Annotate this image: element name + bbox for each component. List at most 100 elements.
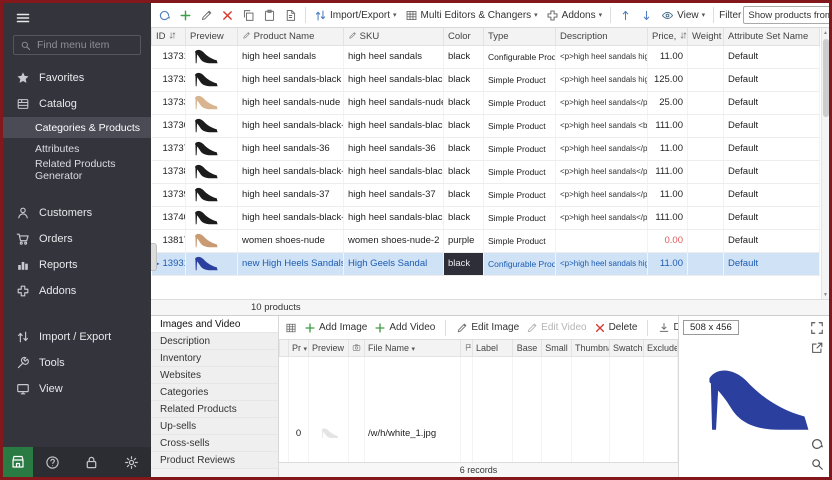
- column-header-type[interactable]: Type: [484, 28, 556, 45]
- product-preview-cell: [186, 137, 238, 160]
- shoe-thumbnail-icon: [318, 427, 340, 440]
- view-dropdown[interactable]: View ▾: [658, 7, 708, 24]
- fullscreen-icon[interactable]: [810, 321, 824, 335]
- pencil-icon: [242, 31, 251, 40]
- image-column-header-base[interactable]: Base: [513, 340, 542, 356]
- copy-icon: [242, 9, 255, 22]
- addons-dropdown[interactable]: Addons ▾: [543, 7, 605, 24]
- pencil-icon: [348, 31, 357, 40]
- zoom-icon[interactable]: [810, 457, 824, 471]
- product-row[interactable]: 13740 high heel sandals-black-38 high he…: [152, 206, 820, 229]
- duplicate-button[interactable]: [281, 7, 300, 24]
- sidebar-item-customers[interactable]: Customers: [3, 200, 151, 226]
- image-column-header-exclude[interactable]: Exclude: [644, 340, 678, 356]
- tab-websites[interactable]: Websites: [151, 367, 278, 384]
- product-name-cell: new High Heels Sandals: [238, 252, 344, 275]
- delete-image-button[interactable]: Delete: [594, 322, 638, 334]
- image-column-header-swatch[interactable]: Swatch: [610, 340, 644, 356]
- product-row[interactable]: 13817 women shoes-nude women shoes-nude-…: [152, 229, 820, 252]
- filter-select[interactable]: Show products from selected categories ▾: [743, 6, 829, 24]
- tab-images-and-video[interactable]: Images and Video: [151, 316, 278, 333]
- refresh-button[interactable]: [155, 7, 174, 24]
- tab-up-sells[interactable]: Up-sells: [151, 418, 278, 435]
- grid-icon: [285, 322, 297, 334]
- sidebar-item-catalog[interactable]: Catalog: [3, 91, 151, 117]
- product-row[interactable]: 13732 high heel sandals-black high heel …: [152, 68, 820, 91]
- product-row[interactable]: 13737 high heel sandals-36 high heel san…: [152, 137, 820, 160]
- product-preview-cell: [186, 68, 238, 91]
- help-button[interactable]: [33, 455, 72, 470]
- product-row[interactable]: 13731 high heel sandals high heel sandal…: [152, 45, 820, 68]
- column-header-weight[interactable]: Weight: [688, 28, 724, 45]
- rotate-refresh-icon[interactable]: [810, 437, 824, 451]
- column-header-color[interactable]: Color: [444, 28, 484, 45]
- column-header-product-name[interactable]: Product Name: [238, 28, 344, 45]
- sidebar-item-orders[interactable]: Orders: [3, 226, 151, 252]
- column-header-sku[interactable]: SKU: [344, 28, 444, 45]
- product-row[interactable]: ▸13931 new High Heels Sandals High Geels…: [152, 252, 820, 275]
- tab-categories[interactable]: Categories: [151, 384, 278, 401]
- tab-cross-sells[interactable]: Cross-sells: [151, 435, 278, 452]
- column-header-description[interactable]: Description: [556, 28, 648, 45]
- columns-button[interactable]: [285, 322, 297, 334]
- image-column-header-preview[interactable]: Preview: [309, 340, 349, 356]
- scroll-down-arrow[interactable]: ▼: [823, 290, 828, 299]
- add-image-button[interactable]: Add Image: [304, 322, 367, 334]
- sidebar-search[interactable]: [13, 35, 141, 55]
- edit-video-button[interactable]: Edit Video: [526, 322, 586, 334]
- sidebar-item-view[interactable]: View: [3, 376, 151, 402]
- tab-inventory[interactable]: Inventory: [151, 350, 278, 367]
- images-grid: Pr ▾Preview File Name ▾ LabelBaseSmallThum…: [279, 340, 678, 462]
- image-column-header-file-name[interactable]: File Name ▾: [365, 340, 461, 356]
- image-column-header-thumbna[interactable]: Thumbna: [572, 340, 610, 356]
- delete-product-button[interactable]: [218, 7, 237, 24]
- column-header-attribute-set-name[interactable]: Attribute Set Name: [724, 28, 820, 45]
- import-export-dropdown[interactable]: Import/Export ▾: [311, 7, 400, 24]
- sidebar-collapse-handle[interactable]: [151, 243, 157, 271]
- add-video-button[interactable]: Add Video: [374, 322, 435, 334]
- column-header-preview[interactable]: Preview: [186, 28, 238, 45]
- tab-related-products[interactable]: Related Products: [151, 401, 278, 418]
- image-row[interactable]: 0 /w/h/white_1.jpg: [280, 356, 678, 462]
- column-header-price[interactable]: Price,: [648, 28, 688, 45]
- image-column-header-flag[interactable]: [461, 340, 473, 356]
- copy-button[interactable]: [239, 7, 258, 24]
- sort-ascending-button[interactable]: [616, 7, 635, 24]
- tab-description[interactable]: Description: [151, 333, 278, 350]
- scroll-up-arrow[interactable]: ▲: [823, 28, 828, 37]
- download-image-button[interactable]: Download Image: [658, 322, 678, 334]
- image-column-header-camera[interactable]: [349, 340, 365, 356]
- add-product-button[interactable]: [176, 7, 195, 24]
- product-row[interactable]: 13738 high heel sandals-black-37 high he…: [152, 160, 820, 183]
- menu-search-input[interactable]: [37, 39, 134, 51]
- image-column-header-pr[interactable]: Pr ▾: [289, 340, 309, 356]
- sidebar-bottom-bar: [3, 447, 151, 477]
- edit-product-button[interactable]: [197, 7, 216, 24]
- hamburger-menu-button[interactable]: [3, 3, 151, 33]
- product-row[interactable]: 13736 high heel sandals-black-36 high he…: [152, 114, 820, 137]
- settings-button[interactable]: [112, 455, 151, 470]
- tab-product-reviews[interactable]: Product Reviews: [151, 452, 278, 469]
- sort-descending-button[interactable]: [637, 7, 656, 24]
- image-column-header-small[interactable]: Small: [542, 340, 572, 356]
- multi-editors-dropdown[interactable]: Multi Editors & Changers ▾: [402, 7, 541, 24]
- store-button[interactable]: [3, 447, 33, 477]
- paste-button[interactable]: [260, 7, 279, 24]
- sidebar-item-favorites[interactable]: Favorites: [3, 65, 151, 91]
- image-column-header-col[interactable]: [280, 340, 289, 356]
- sidebar-item-reports[interactable]: Reports: [3, 252, 151, 278]
- sidebar-item-addons[interactable]: Addons: [3, 278, 151, 304]
- product-preview-cell: [186, 160, 238, 183]
- sidebar-item-tools[interactable]: Tools: [3, 350, 151, 376]
- column-header-id[interactable]: ID: [152, 28, 186, 45]
- sidebar-subitem-attributes[interactable]: Attributes: [3, 138, 151, 159]
- scrollbar-thumb[interactable]: [823, 39, 829, 117]
- sidebar-item-import-export[interactable]: Import / Export: [3, 324, 151, 350]
- edit-image-button[interactable]: Edit Image: [456, 322, 519, 334]
- sidebar-subitem-categories-products[interactable]: Categories & Products: [3, 117, 151, 138]
- product-row[interactable]: 13733 high heel sandals-nude high heel s…: [152, 91, 820, 114]
- image-column-header-label[interactable]: Label: [473, 340, 513, 356]
- lock-button[interactable]: [72, 455, 111, 470]
- product-row[interactable]: 13739 high heel sandals-37 high heel san…: [152, 183, 820, 206]
- sidebar-subitem-related-products-generator[interactable]: Related Products Generator: [3, 159, 151, 180]
